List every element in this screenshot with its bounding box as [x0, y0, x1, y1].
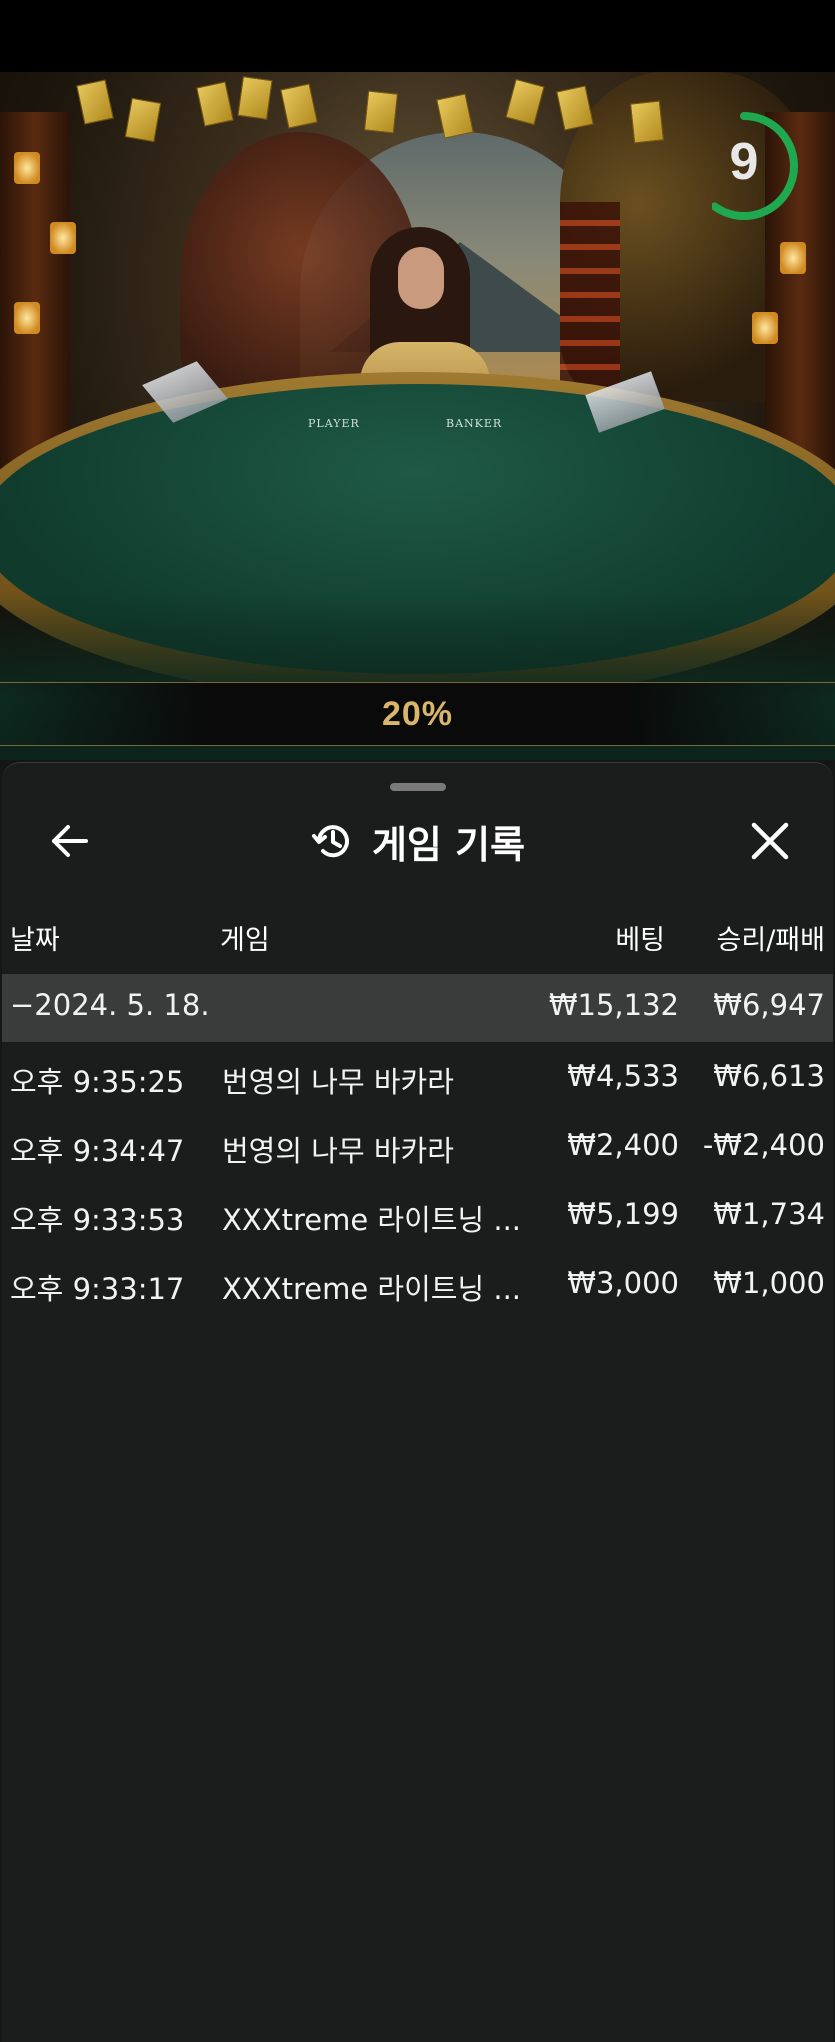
pagoda [560, 202, 620, 402]
row-game: 번영의 나무 바카라 [222, 1065, 454, 1099]
row-bet: ₩5,199 [567, 1197, 679, 1231]
percent-banner: 20% [0, 682, 835, 746]
row-time: 오후 9:34:47 [10, 1134, 185, 1168]
felt-label-banker: BANKER [446, 417, 503, 430]
column-header-game: 게임 [220, 925, 270, 956]
live-video-stream: PLAYER BANKER 9 [0, 72, 835, 772]
lantern [752, 312, 778, 344]
row-game: XXXtreme 라이트닝 ... [222, 1203, 522, 1237]
sheet-title: 게임 기록 [371, 822, 526, 867]
sheet-header: 게임 기록 [2, 813, 833, 869]
hanging-card [76, 79, 114, 125]
lantern [14, 152, 40, 184]
date-group-result: ₩6,947 [713, 988, 825, 1022]
column-header-date: 날짜 [10, 925, 60, 956]
row-bet: ₩3,000 [567, 1266, 679, 1300]
hanging-card [196, 81, 234, 127]
row-time: 오후 9:33:53 [10, 1203, 185, 1237]
timer-value: 9 [729, 133, 759, 191]
hanging-card [436, 93, 474, 139]
row-time: 오후 9:35:25 [10, 1065, 185, 1099]
countdown-timer: 9 [710, 108, 802, 224]
hanging-card [505, 78, 545, 126]
history-icon [311, 825, 349, 858]
dealer-face [398, 247, 444, 309]
column-header-bet: 베팅 [615, 925, 665, 956]
history-row[interactable]: 오후 9:33:17 XXXtreme 라이트닝 ... ₩3,000 ₩1,0… [2, 1252, 833, 1320]
game-history-sheet: 게임 기록 날짜 게임 베팅 승리/패배 −2024. 5. 18. ₩15,1… [2, 762, 833, 2042]
felt-label-player: PLAYER [308, 417, 360, 430]
hanging-card [556, 85, 594, 131]
hanging-card [629, 100, 665, 144]
row-result: ₩1,734 [713, 1197, 825, 1231]
hanging-card [280, 83, 318, 129]
history-row[interactable]: 오후 9:34:47 번영의 나무 바카라 ₩2,400 -₩2,400 [2, 1114, 833, 1182]
percent-label: 20% [381, 695, 454, 733]
row-bet: ₩2,400 [567, 1128, 679, 1162]
history-row[interactable]: 오후 9:33:53 XXXtreme 라이트닝 ... ₩5,199 ₩1,7… [2, 1183, 833, 1251]
hanging-card [363, 90, 399, 134]
history-row[interactable]: 오후 9:35:25 번영의 나무 바카라 ₩4,533 ₩6,613 [2, 1045, 833, 1113]
row-game: XXXtreme 라이트닝 ... [222, 1272, 522, 1306]
lantern [50, 222, 76, 254]
hanging-card [124, 97, 162, 143]
sheet-drag-handle[interactable] [390, 783, 446, 791]
column-header-result: 승리/패배 [716, 925, 825, 956]
date-group-row[interactable]: −2024. 5. 18. ₩15,132 ₩6,947 [2, 974, 833, 1042]
row-result: -₩2,400 [702, 1128, 825, 1162]
row-time: 오후 9:33:17 [10, 1272, 185, 1306]
row-result: ₩1,000 [713, 1266, 825, 1300]
row-bet: ₩4,533 [567, 1059, 679, 1093]
date-group-label: −2024. 5. 18. [10, 988, 210, 1022]
lantern [780, 242, 806, 274]
close-icon [751, 822, 789, 860]
hanging-card [237, 76, 273, 120]
row-result: ₩6,613 [713, 1059, 825, 1093]
status-bar [0, 0, 835, 72]
close-button[interactable] [742, 813, 798, 869]
date-group-bet: ₩15,132 [548, 988, 679, 1022]
row-game: 번영의 나무 바카라 [222, 1134, 454, 1168]
lantern [14, 302, 40, 334]
